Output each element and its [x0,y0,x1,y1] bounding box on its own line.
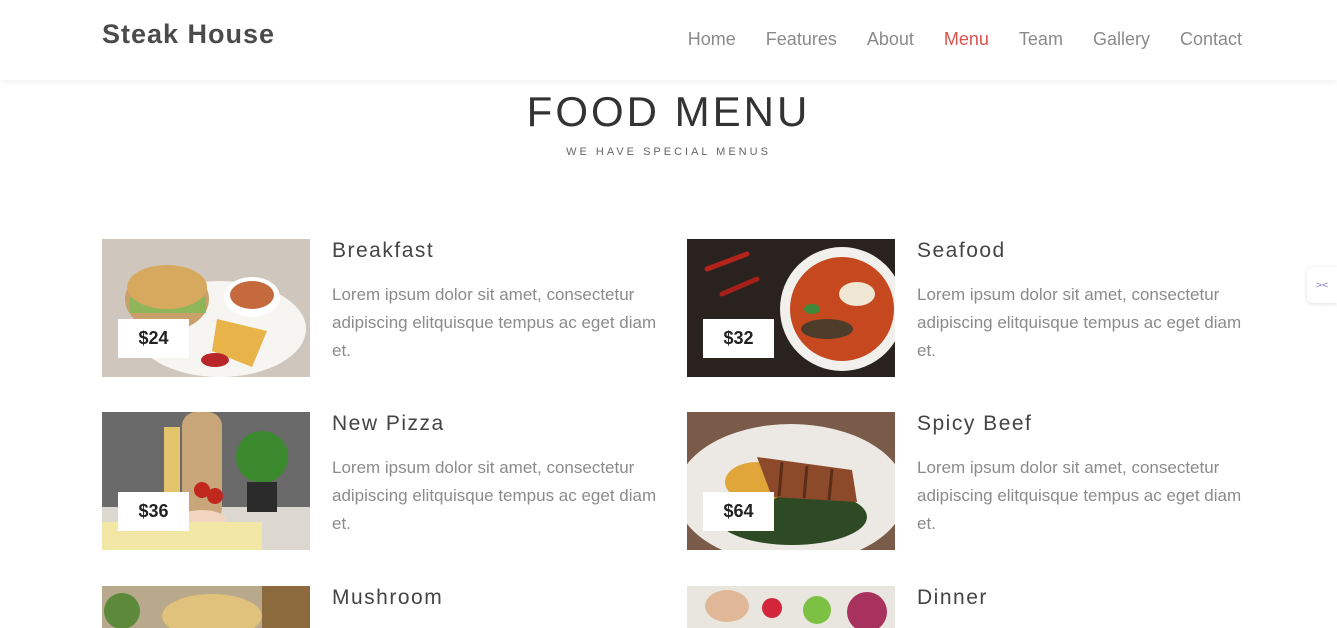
translate-widget-icon[interactable]: >< [1307,267,1337,303]
price-badge: $24 [118,319,189,358]
food-image-seafood[interactable]: $32 [687,239,895,377]
nav-item-about[interactable]: About [867,29,914,50]
item-name[interactable]: Breakfast [332,239,434,263]
price-badge: $64 [703,492,774,531]
item-name[interactable]: Dinner [917,586,988,610]
menu-item: $24 Breakfast Lorem ipsum dolor sit amet… [102,239,662,379]
nav-item-features[interactable]: Features [766,29,837,50]
brand-logo[interactable]: Steak House [102,19,275,50]
menu-item: Mushroom [102,586,662,628]
menu-item: $36 New Pizza Lorem ipsum dolor sit amet… [102,412,662,552]
price-badge: $36 [118,492,189,531]
nav-item-menu[interactable]: Menu [944,29,989,50]
item-description: Lorem ipsum dolor sit amet, consectetur … [917,458,1242,533]
navbar: Steak House Home Features About Menu Tea… [0,0,1337,80]
nav-item-home[interactable]: Home [688,29,736,50]
food-image-spicy-beef[interactable]: $64 [687,412,895,550]
item-description: Lorem ipsum dolor sit amet, consectetur … [917,285,1242,360]
section-title: FOOD MENU [526,88,811,135]
nav-item-contact[interactable]: Contact [1180,29,1242,50]
food-image-dinner[interactable] [687,586,895,628]
main-nav: Home Features About Menu Team Gallery Co… [688,29,1242,50]
item-description: Lorem ipsum dolor sit amet, consectetur … [332,458,657,533]
item-description: Lorem ipsum dolor sit amet, consectetur … [332,285,657,360]
price-badge: $32 [703,319,774,358]
food-image-new-pizza[interactable]: $36 [102,412,310,550]
nav-item-team[interactable]: Team [1019,29,1063,50]
item-name[interactable]: Mushroom [332,586,443,610]
item-name[interactable]: New Pizza [332,412,445,436]
food-image-breakfast[interactable]: $24 [102,239,310,377]
menu-item: Dinner [687,586,1247,628]
menu-item: $64 Spicy Beef Lorem ipsum dolor sit ame… [687,412,1247,552]
menu-item: $32 Seafood Lorem ipsum dolor sit amet, … [687,239,1247,379]
item-name[interactable]: Seafood [917,239,1006,263]
nav-item-gallery[interactable]: Gallery [1093,29,1150,50]
section-subtitle: WE HAVE SPECIAL MENUS [566,146,771,158]
food-image-mushroom[interactable] [102,586,310,628]
item-name[interactable]: Spicy Beef [917,412,1032,436]
